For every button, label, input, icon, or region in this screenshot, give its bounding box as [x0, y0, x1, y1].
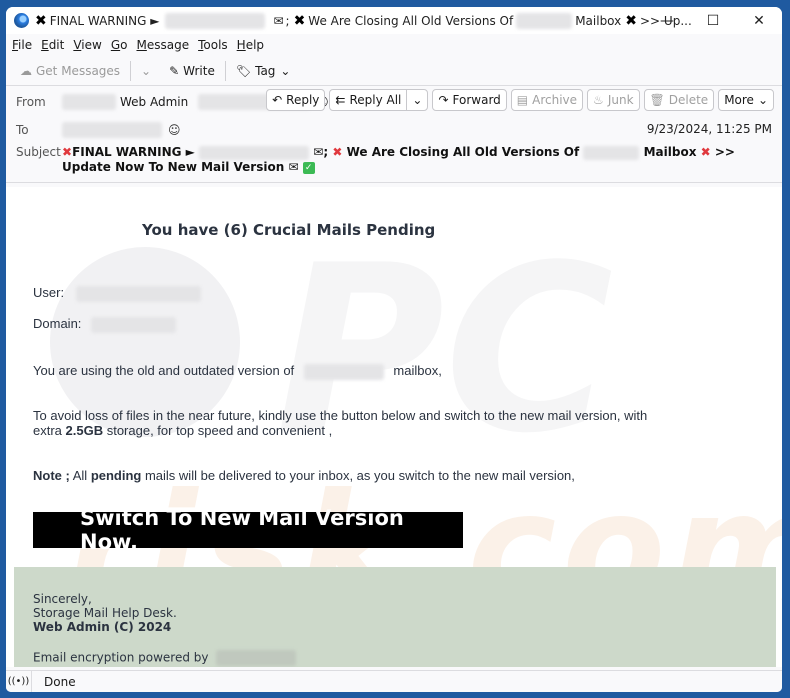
red-x-icon: ✖	[700, 145, 711, 159]
signature-footer: Sincerely, Storage Mail Help Desk. Web A…	[14, 567, 776, 667]
redacted-email	[199, 145, 310, 160]
reply-all-button[interactable]: ⇇ Reply All ⌄	[329, 89, 429, 111]
switch-version-button[interactable]: Switch To New Mail Version Now.	[33, 506, 463, 554]
redacted-sender-prefix	[62, 94, 116, 110]
tag-button[interactable]: 🏷 Tag ⌄	[230, 61, 297, 81]
redacted-domain	[91, 316, 177, 333]
get-messages-button[interactable]: ☁ Get Messages	[14, 61, 126, 81]
contact-icon[interactable]: ☺	[168, 123, 181, 137]
user-row: User:	[33, 285, 201, 302]
menu-view[interactable]: View	[73, 38, 101, 52]
archive-button[interactable]: ▤ Archive	[510, 89, 584, 111]
window-title: ✖ FINAL WARNING ► ✉ ; ✖ We Are Closing A…	[35, 12, 692, 29]
maximize-button[interactable]: ☐	[690, 7, 736, 34]
redacted-recipient	[62, 122, 162, 138]
pencil-icon: ✎	[169, 63, 180, 78]
archive-icon: ▤	[516, 93, 529, 107]
get-messages-dropdown[interactable]: ⌄	[135, 61, 157, 81]
write-button[interactable]: ✎ Write	[163, 61, 221, 81]
sincerely: Sincerely,	[33, 592, 92, 606]
mail-window: ✖ FINAL WARNING ► ✉ ; ✖ We Are Closing A…	[6, 7, 782, 692]
reply-all-dropdown[interactable]: ⌄	[406, 90, 422, 110]
redacted-email	[165, 12, 266, 29]
forward-icon: ↷	[438, 93, 449, 107]
redacted-domain	[583, 145, 640, 160]
red-x-icon: ✖	[332, 145, 343, 159]
online-status-icon[interactable]: ((•))	[6, 670, 32, 692]
domain-row: Domain:	[33, 316, 177, 333]
help-desk: Storage Mail Help Desk.	[33, 606, 177, 620]
outdated-line: You are using the old and outdated versi…	[33, 363, 442, 380]
reply-button[interactable]: ↶ Reply	[266, 89, 326, 111]
menu-tools[interactable]: Tools	[198, 38, 228, 52]
message-header: From Web Admin ☺ ↶Reply ⇇Reply All⌄ ↷For…	[6, 86, 782, 183]
headline: You have (6) Crucial Mails Pending	[142, 221, 436, 239]
menu-file[interactable]: File	[12, 38, 32, 52]
status-text: Done	[44, 674, 76, 689]
watermark-pc: PC	[276, 217, 614, 484]
redacted-domain	[516, 12, 573, 29]
sender-name[interactable]: Web Admin	[120, 95, 188, 109]
envelope-icon: ✉	[313, 145, 324, 159]
x-mark-icon: ✖	[625, 12, 637, 29]
divider	[224, 60, 226, 81]
to-row: To ☺	[16, 122, 181, 138]
thunderbird-logo-icon	[14, 13, 29, 28]
title-bar: ✖ FINAL WARNING ► ✉ ; ✖ We Are Closing A…	[6, 7, 782, 34]
subject-row: Subject ✖FINAL WARNING ► ✉; ✖ We Are Clo…	[16, 145, 766, 175]
junk-button[interactable]: ♨ Junk	[587, 89, 640, 111]
envelope-icon: ✉	[273, 13, 284, 28]
message-date: 9/23/2024, 11:25 PM	[646, 122, 772, 136]
delete-button[interactable]: 🗑 Delete	[643, 89, 715, 111]
trash-icon: 🗑	[649, 93, 665, 107]
menu-go[interactable]: Go	[111, 38, 128, 52]
cloud-download-icon: ☁	[20, 63, 32, 78]
main-toolbar: ☁ Get Messages ⌄ ✎ Write 🏷 Tag ⌄	[6, 56, 782, 86]
reply-all-icon: ⇇	[335, 93, 346, 107]
redacted-domain	[303, 363, 384, 380]
x-mark-icon: ✖	[293, 12, 306, 29]
flame-icon: ♨	[593, 93, 604, 107]
more-button[interactable]: More ⌄	[718, 89, 774, 111]
message-actions: ↶ Reply ⇇ Reply All ⌄ ↷ Forward ▤ Archive ♨ Ju…	[266, 89, 774, 111]
forward-button[interactable]: ↷ Forward	[432, 89, 507, 111]
redacted-provider	[216, 650, 297, 666]
status-bar: ((•)) Done	[6, 670, 782, 692]
envelope-icon: ✉	[288, 160, 299, 174]
menu-bar: File Edit View Go Message Tools Help	[6, 34, 782, 56]
instruction-line-2: extra 2.5GB storage, for top speed and c…	[33, 423, 333, 438]
message-body: PC risk.com You have (6) Crucial Mails P…	[6, 187, 782, 667]
instruction-line-1: To avoid loss of files in the near futur…	[33, 408, 648, 423]
menu-edit[interactable]: Edit	[41, 38, 64, 52]
green-check-icon: ✓	[302, 161, 315, 174]
encryption-line: Email encryption powered by	[33, 650, 297, 666]
menu-message[interactable]: Message	[136, 38, 189, 52]
chevron-down-icon: ⌄	[280, 63, 291, 78]
subject-text: ✖FINAL WARNING ► ✉; ✖ We Are Closing All…	[62, 145, 735, 174]
x-mark-icon: ✖	[35, 12, 47, 29]
divider	[130, 60, 132, 81]
chevron-down-icon: ⌄	[141, 63, 152, 78]
menu-help[interactable]: Help	[237, 38, 264, 52]
redacted-user	[75, 285, 201, 302]
minimize-button[interactable]: —	[644, 7, 690, 34]
tag-icon: 🏷	[235, 63, 252, 78]
red-x-icon: ✖	[62, 145, 73, 159]
note-line: Note ; All pending mails will be deliver…	[33, 468, 575, 483]
close-button[interactable]: ✕	[736, 7, 782, 34]
chevron-down-icon: ⌄	[757, 93, 768, 107]
reply-icon: ↶	[272, 93, 283, 107]
web-admin-copyright: Web Admin (C) 2024	[33, 620, 172, 634]
